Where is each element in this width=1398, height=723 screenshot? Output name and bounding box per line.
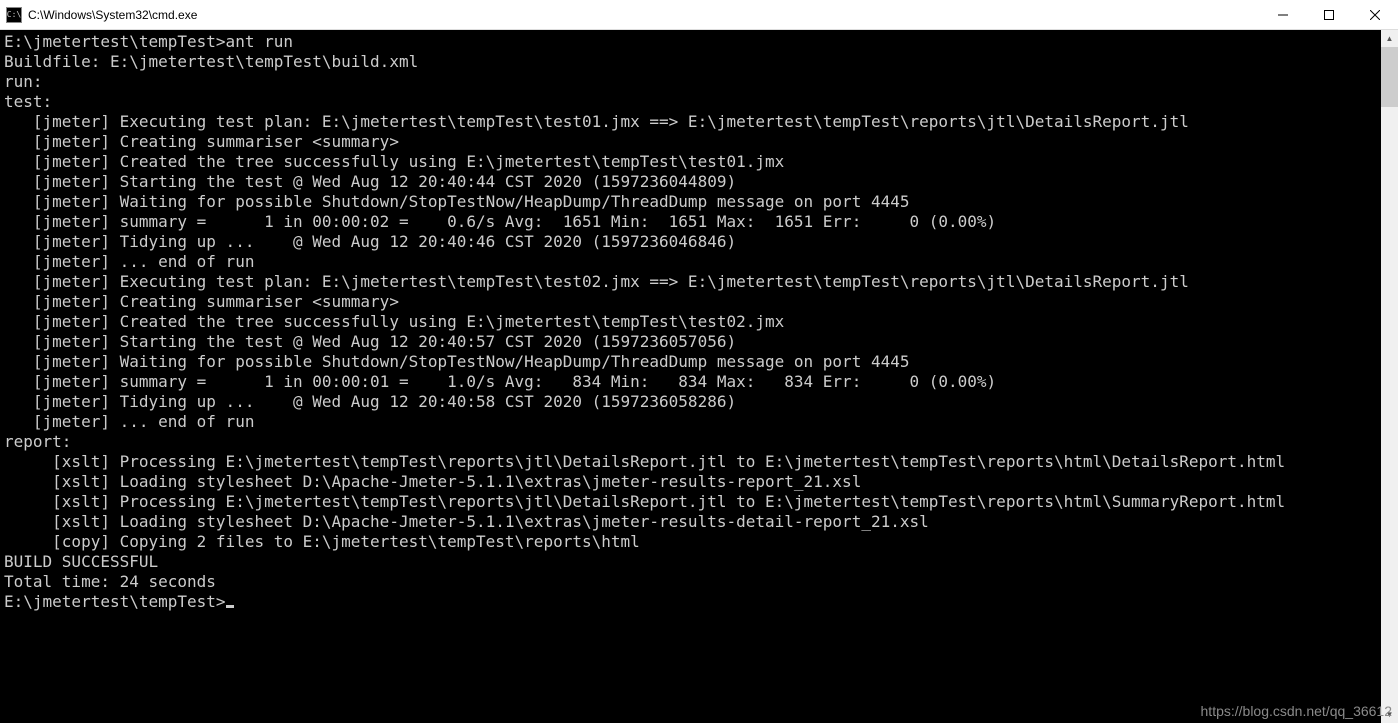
terminal-line: [jmeter] ... end of run: [4, 252, 1394, 272]
scroll-up-button[interactable]: ▲: [1381, 30, 1398, 47]
terminal-line: [xslt] Loading stylesheet D:\Apache-Jmet…: [4, 472, 1394, 492]
terminal-line: E:\jmetertest\tempTest>: [4, 592, 1394, 612]
terminal-line: Total time: 24 seconds: [4, 572, 1394, 592]
terminal-line: [jmeter] Starting the test @ Wed Aug 12 …: [4, 172, 1394, 192]
terminal-line: [jmeter] Executing test plan: E:\jmetert…: [4, 272, 1394, 292]
terminal-line: Buildfile: E:\jmetertest\tempTest\build.…: [4, 52, 1394, 72]
terminal-line: [xslt] Loading stylesheet D:\Apache-Jmet…: [4, 512, 1394, 532]
window-controls: [1260, 0, 1398, 29]
vertical-scrollbar[interactable]: ▲ ▼: [1381, 30, 1398, 723]
terminal-line: [jmeter] summary = 1 in 00:00:01 = 1.0/s…: [4, 372, 1394, 392]
title-bar[interactable]: C:\ C:\Windows\System32\cmd.exe: [0, 0, 1398, 30]
terminal-line: [copy] Copying 2 files to E:\jmetertest\…: [4, 532, 1394, 552]
terminal-line: [jmeter] Tidying up ... @ Wed Aug 12 20:…: [4, 232, 1394, 252]
terminal-line: [jmeter] Created the tree successfully u…: [4, 312, 1394, 332]
terminal-line: E:\jmetertest\tempTest>ant run: [4, 32, 1394, 52]
terminal-output[interactable]: E:\jmetertest\tempTest>ant runBuildfile:…: [0, 30, 1398, 723]
minimize-button[interactable]: [1260, 0, 1306, 29]
terminal-line: run:: [4, 72, 1394, 92]
close-button[interactable]: [1352, 0, 1398, 29]
window-title: C:\Windows\System32\cmd.exe: [28, 8, 1260, 22]
watermark-text: https://blog.csdn.net/qq_36612: [1201, 703, 1392, 719]
cursor-icon: [226, 605, 234, 608]
terminal-line: report:: [4, 432, 1394, 452]
terminal-line: [jmeter] Waiting for possible Shutdown/S…: [4, 352, 1394, 372]
terminal-line: [jmeter] Starting the test @ Wed Aug 12 …: [4, 332, 1394, 352]
cmd-icon: C:\: [6, 7, 22, 23]
terminal-line: [jmeter] Creating summariser <summary>: [4, 132, 1394, 152]
scroll-thumb[interactable]: [1381, 47, 1398, 107]
terminal-line: [jmeter] Waiting for possible Shutdown/S…: [4, 192, 1394, 212]
terminal-line: BUILD SUCCESSFUL: [4, 552, 1394, 572]
terminal-line: [jmeter] Creating summariser <summary>: [4, 292, 1394, 312]
terminal-line: [jmeter] ... end of run: [4, 412, 1394, 432]
terminal-line: [xslt] Processing E:\jmetertest\tempTest…: [4, 492, 1394, 512]
terminal-line: [jmeter] Tidying up ... @ Wed Aug 12 20:…: [4, 392, 1394, 412]
terminal-line: [jmeter] summary = 1 in 00:00:02 = 0.6/s…: [4, 212, 1394, 232]
terminal-line: [jmeter] Executing test plan: E:\jmetert…: [4, 112, 1394, 132]
terminal-line: [xslt] Processing E:\jmetertest\tempTest…: [4, 452, 1394, 472]
terminal-line: test:: [4, 92, 1394, 112]
terminal-line: [jmeter] Created the tree successfully u…: [4, 152, 1394, 172]
scroll-track[interactable]: [1381, 47, 1398, 706]
maximize-button[interactable]: [1306, 0, 1352, 29]
